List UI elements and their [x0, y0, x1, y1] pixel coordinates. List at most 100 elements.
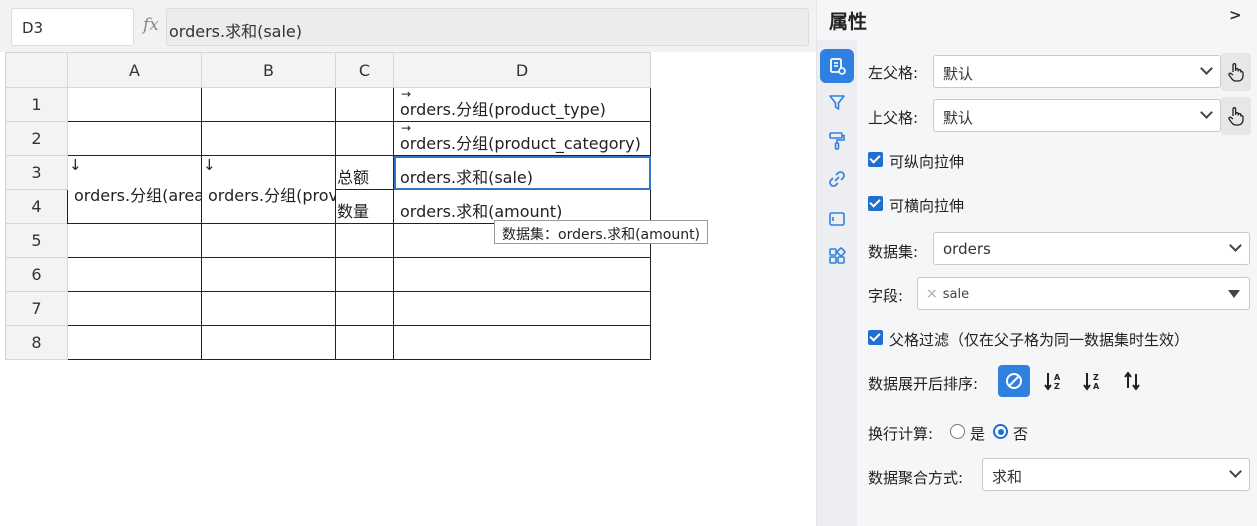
cell-reference-box[interactable]: D3	[11, 8, 134, 46]
cell-B1[interactable]	[201, 87, 336, 122]
cell-C1[interactable]	[335, 87, 394, 122]
field-select[interactable]: × sale	[917, 277, 1250, 310]
display-icon	[829, 212, 845, 226]
cell-A8[interactable]	[67, 325, 202, 360]
pick-left-parent-button[interactable]	[1221, 53, 1251, 91]
row-header[interactable]: 8	[5, 325, 68, 360]
aggregate-select[interactable]: 求和	[982, 458, 1250, 491]
column-header[interactable]: B	[201, 52, 336, 88]
properties-panel: 属性 > 左父格: 默认 上父格: 默认 可纵向拉伸 可横向拉伸 数据集: or…	[816, 0, 1257, 526]
row-header[interactable]: 1	[5, 87, 68, 122]
sort-descending-button[interactable]: Z A	[1077, 365, 1109, 397]
cell-D2[interactable]: → orders.分组(product_category)	[393, 121, 651, 156]
spreadsheet-grid: A B C D 1 → orders.分组(product_type) 2 → …	[5, 52, 651, 360]
chevron-down-icon	[1200, 62, 1213, 75]
cell-C8[interactable]	[335, 325, 394, 360]
top-parent-label: 上父格:	[868, 109, 919, 127]
cell-D8[interactable]	[393, 325, 651, 360]
cell-D2-text: orders.分组(product_category)	[400, 134, 641, 153]
row-header[interactable]: 3	[5, 155, 68, 190]
cell-A3-text: orders.分组(area)	[74, 186, 201, 205]
horizontal-stretch-label: 可横向拉伸	[889, 197, 965, 215]
sort-swap-icon	[1124, 371, 1140, 391]
sort-custom-button[interactable]	[1116, 365, 1148, 397]
svg-text:Z: Z	[1093, 373, 1099, 382]
chevron-down-icon	[1229, 239, 1242, 252]
cell-D6[interactable]	[393, 257, 651, 292]
left-parent-label: 左父格:	[868, 64, 919, 82]
parent-filter-checkbox[interactable]	[868, 330, 883, 345]
cell-C6[interactable]	[335, 257, 394, 292]
cell-A7[interactable]	[67, 291, 202, 326]
formula-input[interactable]: orders.求和(sale)	[166, 8, 809, 46]
tab-hyperlink[interactable]	[820, 162, 854, 196]
row-header[interactable]: 7	[5, 291, 68, 326]
panel-title: 属性	[829, 11, 868, 33]
field-tag[interactable]: × sale	[926, 286, 969, 302]
paint-roller-icon	[829, 132, 845, 150]
cell-C3[interactable]: 总额	[335, 155, 394, 190]
cell-C4[interactable]: 数量	[335, 189, 394, 224]
cell-D4[interactable]: orders.求和(amount)	[393, 189, 651, 224]
vertical-stretch-checkbox[interactable]	[868, 152, 883, 167]
cell-B8[interactable]	[201, 325, 336, 360]
cell-A1[interactable]	[67, 87, 202, 122]
row-header[interactable]: 6	[5, 257, 68, 292]
cell-C7[interactable]	[335, 291, 394, 326]
cell-B2[interactable]	[201, 121, 336, 156]
report-designer: D3 fx orders.求和(sale) A B C D 1 → orders…	[0, 0, 1257, 526]
tab-filter[interactable]	[820, 86, 854, 120]
apps-icon	[829, 247, 846, 264]
collapse-panel-button[interactable]: >	[1229, 6, 1242, 24]
tab-components[interactable]	[820, 239, 854, 273]
expand-down-arrow-icon: ↓	[203, 156, 216, 174]
sort-none-button[interactable]	[998, 365, 1030, 397]
vertical-stretch-label: 可纵向拉伸	[889, 153, 965, 171]
tab-cell-properties[interactable]	[820, 49, 854, 83]
dataset-select[interactable]: orders	[933, 232, 1250, 265]
column-header[interactable]: D	[393, 52, 651, 88]
row-header[interactable]: 2	[5, 121, 68, 156]
cell-D3[interactable]: orders.求和(sale)	[393, 155, 651, 190]
top-parent-select[interactable]: 默认	[933, 99, 1221, 132]
horizontal-stretch-checkbox[interactable]	[868, 196, 883, 211]
pick-top-parent-button[interactable]	[1221, 97, 1251, 135]
cell-B3-text: orders.分组(province)	[208, 186, 335, 205]
sort-ascending-button[interactable]: A Z	[1038, 365, 1070, 397]
sort-label: 数据展开后排序:	[868, 375, 979, 393]
cell-B7[interactable]	[201, 291, 336, 326]
row-header[interactable]: 5	[5, 223, 68, 258]
row-header[interactable]: 4	[5, 189, 68, 224]
line-calc-yes-radio[interactable]	[950, 424, 965, 439]
cell-B5[interactable]	[201, 223, 336, 258]
cell-C5[interactable]	[335, 223, 394, 258]
svg-text:A: A	[1093, 382, 1100, 391]
cell-A6[interactable]	[67, 257, 202, 292]
cell-B6[interactable]	[201, 257, 336, 292]
link-icon	[829, 171, 845, 187]
left-parent-select[interactable]: 默认	[933, 55, 1221, 88]
left-parent-value: 默认	[943, 65, 974, 83]
tab-widget[interactable]	[820, 202, 854, 236]
cell-A3[interactable]: ↓ orders.分组(area)	[67, 155, 202, 224]
column-header[interactable]: A	[67, 52, 202, 88]
line-calc-no-radio[interactable]	[993, 424, 1008, 439]
top-parent-value: 默认	[943, 109, 974, 127]
cell-C2[interactable]	[335, 121, 394, 156]
fx-icon: fx	[143, 15, 159, 35]
dataset-label: 数据集:	[868, 243, 919, 261]
corner-cell[interactable]	[5, 52, 68, 88]
cell-A5[interactable]	[67, 223, 202, 258]
no-sort-icon	[1006, 373, 1022, 389]
column-header[interactable]: C	[335, 52, 394, 88]
sort-ascending-icon: A Z	[1044, 373, 1061, 391]
aggregate-value: 求和	[992, 468, 1023, 486]
remove-tag-icon[interactable]: ×	[926, 286, 938, 302]
cell-D7[interactable]	[393, 291, 651, 326]
cell-D1[interactable]: → orders.分组(product_type)	[393, 87, 651, 122]
field-label: 字段:	[868, 287, 904, 305]
tab-style[interactable]	[820, 124, 854, 158]
cell-B3[interactable]: ↓ orders.分组(province)	[201, 155, 336, 224]
cell-tooltip: 数据集：orders.求和(amount)	[494, 220, 709, 244]
cell-A2[interactable]	[67, 121, 202, 156]
